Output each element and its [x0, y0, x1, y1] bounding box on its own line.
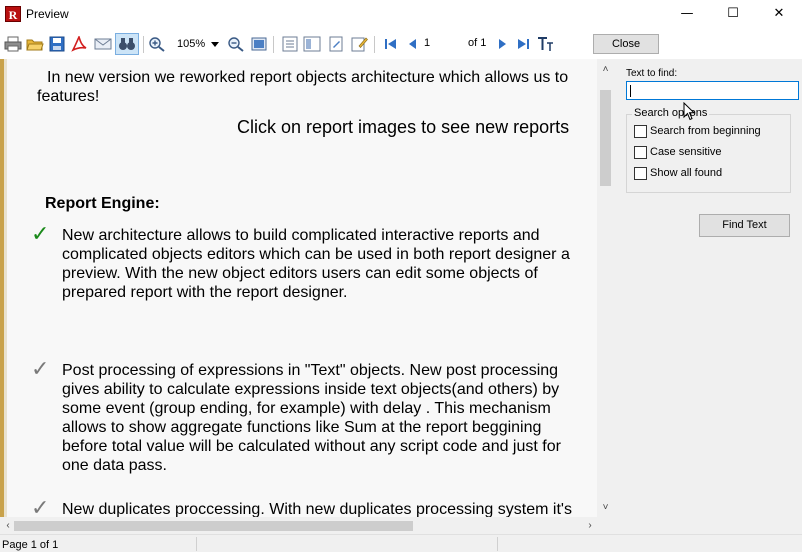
feature-item: ✓ New duplicates proccessing. With new d…: [7, 496, 600, 520]
feature-item: ✓ New architecture allows to build compl…: [7, 224, 600, 324]
close-button[interactable]: Close: [593, 34, 659, 54]
maximize-button[interactable]: ☐: [710, 0, 756, 28]
feature-text: Post processing of expressions in "Text"…: [62, 362, 561, 474]
text-caret: [630, 85, 631, 97]
title-bar: R Preview — ☐ ✕: [0, 0, 802, 28]
toolbar-separator: [374, 36, 375, 53]
checkbox-box[interactable]: [634, 167, 647, 180]
window-title: Preview: [26, 7, 69, 21]
page-setup-icon[interactable]: [327, 36, 345, 52]
full-screen-icon[interactable]: [250, 36, 268, 52]
text-to-find-input[interactable]: [626, 81, 799, 100]
toolbar-separator: [143, 36, 144, 53]
status-bar: Page 1 of 1: [0, 534, 802, 552]
save-icon[interactable]: [48, 36, 66, 52]
edit-icon[interactable]: [350, 36, 368, 52]
checkbox-box[interactable]: [634, 146, 647, 159]
feature-text: New architecture allows to build complic…: [62, 227, 570, 301]
scroll-up-icon[interactable]: ˄: [597, 63, 614, 77]
option-label[interactable]: Search from beginning: [650, 125, 761, 137]
last-page-icon[interactable]: [514, 36, 532, 52]
minimize-button[interactable]: —: [664, 0, 710, 28]
window-close-button[interactable]: ✕: [756, 0, 802, 28]
status-page-text: Page 1 of 1: [2, 539, 59, 551]
zoom-value[interactable]: 105%: [177, 38, 205, 50]
zoom-dropdown-icon[interactable]: [211, 42, 219, 47]
option-label[interactable]: Show all found: [650, 167, 722, 179]
app-logo-icon: R: [5, 6, 21, 22]
feature-item: ✓ Post processing of expressions in "Tex…: [7, 359, 600, 489]
section-heading: Report Engine:: [45, 195, 160, 212]
vertical-scroll-thumb[interactable]: [600, 90, 611, 186]
outline-icon[interactable]: [281, 36, 299, 52]
report-page: In new version we reworked report object…: [7, 59, 600, 519]
mouse-pointer-icon: [683, 102, 696, 121]
first-page-icon[interactable]: [382, 36, 400, 52]
scroll-down-icon[interactable]: ˅: [597, 501, 614, 515]
email-icon[interactable]: [94, 36, 112, 52]
find-text-button[interactable]: Find Text: [699, 214, 790, 237]
scroll-right-icon[interactable]: ›: [584, 518, 596, 533]
checkmark-icon: ✓: [31, 222, 50, 247]
vertical-scrollbar[interactable]: ˄ ˅: [597, 59, 614, 519]
checkmark-icon: ✓: [31, 357, 50, 382]
open-icon[interactable]: [26, 36, 44, 52]
prev-page-icon[interactable]: [404, 36, 422, 52]
option-label[interactable]: Case sensitive: [650, 146, 722, 158]
horizontal-scrollbar[interactable]: ‹ ›: [0, 517, 614, 534]
text-to-find-label: Text to find:: [626, 68, 678, 79]
toolbar-separator: [273, 36, 274, 53]
zoom-out-icon[interactable]: [227, 36, 245, 52]
toolbar: 105% 1 of 1: [0, 30, 802, 58]
print-icon[interactable]: [4, 36, 22, 52]
checkmark-icon: ✓: [31, 496, 50, 520]
next-page-icon[interactable]: [493, 36, 511, 52]
report-intro-line: In new version we reworked report object…: [47, 69, 569, 86]
scroll-left-icon[interactable]: ‹: [2, 518, 14, 533]
thumbnails-icon[interactable]: [303, 36, 321, 52]
report-click-hint[interactable]: Click on report images to see new report…: [237, 117, 569, 138]
binoculars-icon: [119, 38, 135, 50]
page-count: of 1: [468, 37, 487, 49]
checkbox-box[interactable]: [634, 125, 647, 138]
find-toggle-button[interactable]: [115, 33, 139, 55]
status-separator: [196, 537, 197, 551]
search-options-legend: Search options: [632, 107, 710, 119]
zoom-in-icon[interactable]: [148, 36, 166, 52]
text-tool-icon[interactable]: [537, 36, 555, 52]
horizontal-scroll-thumb[interactable]: [14, 521, 413, 531]
report-intro-line: features!: [37, 88, 100, 105]
find-panel: Text to find: Search options Search from…: [614, 59, 802, 534]
status-separator: [497, 537, 498, 551]
pdf-export-icon[interactable]: [70, 36, 88, 52]
page-number-input[interactable]: 1: [424, 37, 462, 49]
